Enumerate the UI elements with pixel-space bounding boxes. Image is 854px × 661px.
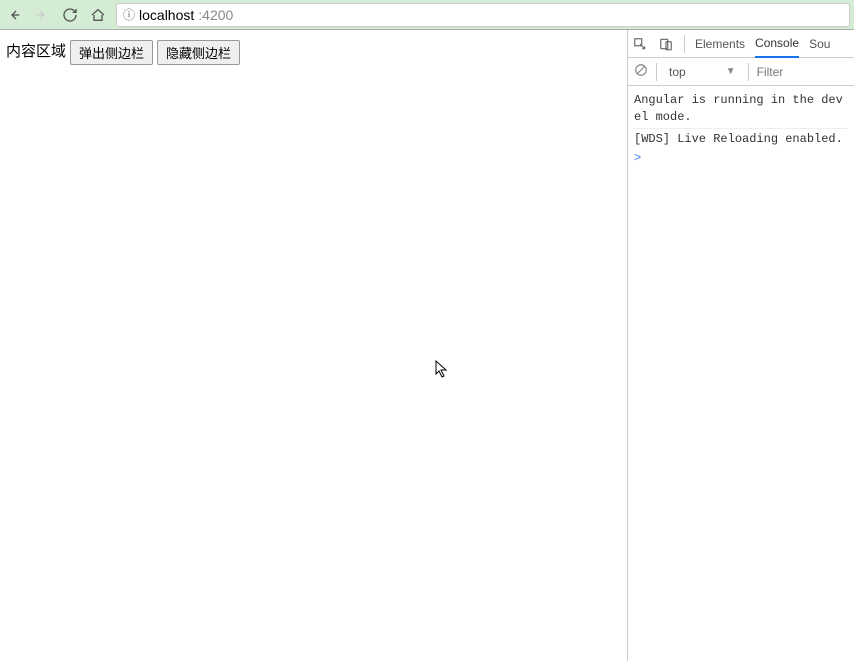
- content-area-label: 内容区域: [6, 40, 66, 61]
- forward-button: [32, 5, 52, 25]
- filter-divider-2: [748, 63, 749, 81]
- tab-console[interactable]: Console: [755, 30, 799, 58]
- open-sidebar-button[interactable]: 弹出侧边栏: [70, 40, 153, 65]
- console-output: Angular is running in the devel mode. [W…: [628, 86, 854, 661]
- back-button[interactable]: [4, 5, 24, 25]
- arrow-right-icon: [34, 7, 50, 23]
- context-label: top: [669, 65, 686, 79]
- page-viewport: 内容区域 弹出侧边栏 隐藏侧边栏: [0, 30, 627, 661]
- arrow-left-icon: [6, 7, 22, 23]
- home-button[interactable]: [88, 5, 108, 25]
- main-split: 内容区域 弹出侧边栏 隐藏侧边栏 Elements Console Sou to…: [0, 30, 854, 661]
- browser-toolbar: ⓘ localhost:4200: [0, 0, 854, 30]
- console-message: [WDS] Live Reloading enabled.: [634, 128, 848, 150]
- tab-divider: [684, 35, 685, 53]
- address-bar[interactable]: ⓘ localhost:4200: [116, 3, 850, 27]
- tab-elements[interactable]: Elements: [695, 31, 745, 57]
- home-icon: [90, 7, 106, 23]
- hide-sidebar-button[interactable]: 隐藏侧边栏: [157, 40, 240, 65]
- clear-console-icon[interactable]: [634, 63, 648, 80]
- console-prompt[interactable]: >: [634, 149, 848, 167]
- console-filter-bar: top ▼: [628, 58, 854, 86]
- devtools-tabs: Elements Console Sou: [628, 30, 854, 58]
- console-message: Angular is running in the devel mode.: [634, 90, 848, 128]
- toggle-device-icon[interactable]: [658, 36, 674, 52]
- url-port: :4200: [198, 7, 233, 23]
- tab-sources[interactable]: Sou: [809, 31, 830, 57]
- context-selector[interactable]: top ▼: [665, 63, 740, 81]
- filter-input[interactable]: [757, 65, 797, 79]
- chevron-down-icon: ▼: [726, 66, 736, 77]
- site-info-icon[interactable]: ⓘ: [123, 6, 135, 23]
- filter-divider: [656, 63, 657, 81]
- inspect-element-icon[interactable]: [632, 36, 648, 52]
- reload-button[interactable]: [60, 5, 80, 25]
- url-host: localhost: [139, 7, 194, 23]
- devtools-panel: Elements Console Sou top ▼ Angular is ru…: [627, 30, 854, 661]
- reload-icon: [62, 7, 78, 23]
